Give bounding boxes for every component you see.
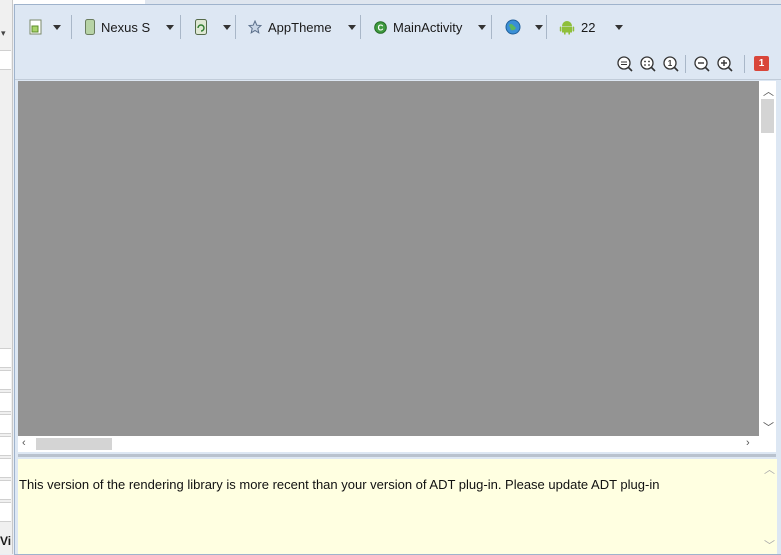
left-panel-tab[interactable]	[0, 502, 11, 522]
scroll-thumb[interactable]	[761, 99, 774, 133]
zoom-real-icon[interactable]	[639, 55, 657, 73]
chevron-down-icon	[615, 24, 624, 30]
left-panel-label: Vi	[0, 534, 12, 548]
theme-dropdown[interactable]: AppTheme	[248, 15, 356, 39]
layout-config-icon	[29, 19, 42, 35]
canvas-horizontal-scrollbar[interactable]: ‹ ›	[18, 436, 759, 452]
scroll-right-icon[interactable]: ›	[746, 437, 750, 449]
scroll-thumb[interactable]	[36, 438, 112, 450]
toolbar-separator	[235, 15, 236, 39]
panel-splitter[interactable]	[18, 454, 776, 457]
api-level-label: 22	[581, 19, 596, 35]
device-dropdown[interactable]: Nexus S	[85, 15, 175, 39]
chevron-down-icon	[535, 24, 543, 30]
scroll-up-icon[interactable]: ︿	[764, 461, 775, 477]
left-panel-tab[interactable]	[0, 414, 11, 434]
left-panel-tab[interactable]	[0, 50, 11, 70]
orientation-dropdown[interactable]	[195, 15, 231, 39]
error-message-text: This version of the rendering library is…	[19, 477, 660, 492]
chevron-down-icon	[347, 24, 356, 30]
toolbar-separator	[71, 15, 72, 39]
zoom-100-icon[interactable]: 1	[662, 55, 680, 73]
android-icon	[559, 21, 575, 35]
scroll-up-icon[interactable]: ︿	[763, 83, 774, 99]
activity-dropdown[interactable]: C MainActivity	[374, 15, 487, 39]
theme-star-icon	[248, 20, 262, 34]
error-message-panel: This version of the rendering library is…	[18, 459, 760, 554]
toolbar-separator	[491, 15, 492, 39]
left-panel-tab[interactable]	[0, 348, 11, 368]
globe-icon	[505, 19, 521, 35]
toolbar-separator	[180, 15, 181, 39]
locale-dropdown[interactable]	[505, 15, 543, 39]
chevron-down-icon	[166, 24, 175, 30]
message-vertical-scrollbar[interactable]: ︿ ﹀	[760, 459, 777, 554]
orientation-icon	[195, 19, 207, 35]
svg-text:1: 1	[668, 59, 673, 68]
zoom-out-icon[interactable]	[693, 55, 711, 73]
render-canvas[interactable]	[18, 81, 759, 436]
left-panel-tab[interactable]	[0, 392, 11, 412]
toolbar-separator	[685, 55, 686, 73]
chevron-down-icon	[223, 24, 231, 30]
left-panel: ▾ Vi	[0, 0, 13, 554]
scrollbar-corner	[759, 436, 776, 452]
chevron-down-icon[interactable]: ▾	[1, 28, 6, 39]
error-count-badge[interactable]: 1	[754, 56, 769, 71]
layout-editor: Nexus S AppTheme C MainActivity 22 1 1 ︿…	[14, 4, 781, 555]
left-panel-tab[interactable]	[0, 370, 11, 390]
layout-config-dropdown[interactable]	[29, 15, 61, 39]
zoom-fit-icon[interactable]	[616, 55, 634, 73]
chevron-down-icon	[53, 24, 61, 30]
config-toolbar: Nexus S AppTheme C MainActivity 22	[15, 5, 781, 49]
svg-text:C: C	[378, 23, 384, 32]
left-panel-tab[interactable]	[0, 458, 11, 478]
activity-label: MainActivity	[393, 19, 463, 35]
toolbar-separator	[360, 15, 361, 39]
theme-label: AppTheme	[268, 19, 332, 35]
activity-icon: C	[374, 20, 387, 34]
scroll-left-icon[interactable]: ‹	[22, 437, 26, 449]
left-panel-tab[interactable]	[0, 480, 11, 500]
zoom-in-icon[interactable]	[716, 55, 734, 73]
left-panel-tab[interactable]	[0, 436, 11, 456]
toolbar-separator	[546, 15, 547, 39]
device-label: Nexus S	[101, 19, 151, 35]
canvas-vertical-scrollbar[interactable]: ︿ ﹀	[759, 81, 776, 436]
device-phone-icon	[85, 19, 95, 35]
scroll-down-icon[interactable]: ﹀	[763, 419, 774, 435]
api-level-dropdown[interactable]: 22	[559, 15, 624, 39]
scroll-down-icon[interactable]: ﹀	[764, 537, 775, 553]
toolbar-separator	[744, 55, 745, 73]
zoom-toolbar: 1 1	[15, 51, 781, 80]
chevron-down-icon	[478, 24, 487, 30]
